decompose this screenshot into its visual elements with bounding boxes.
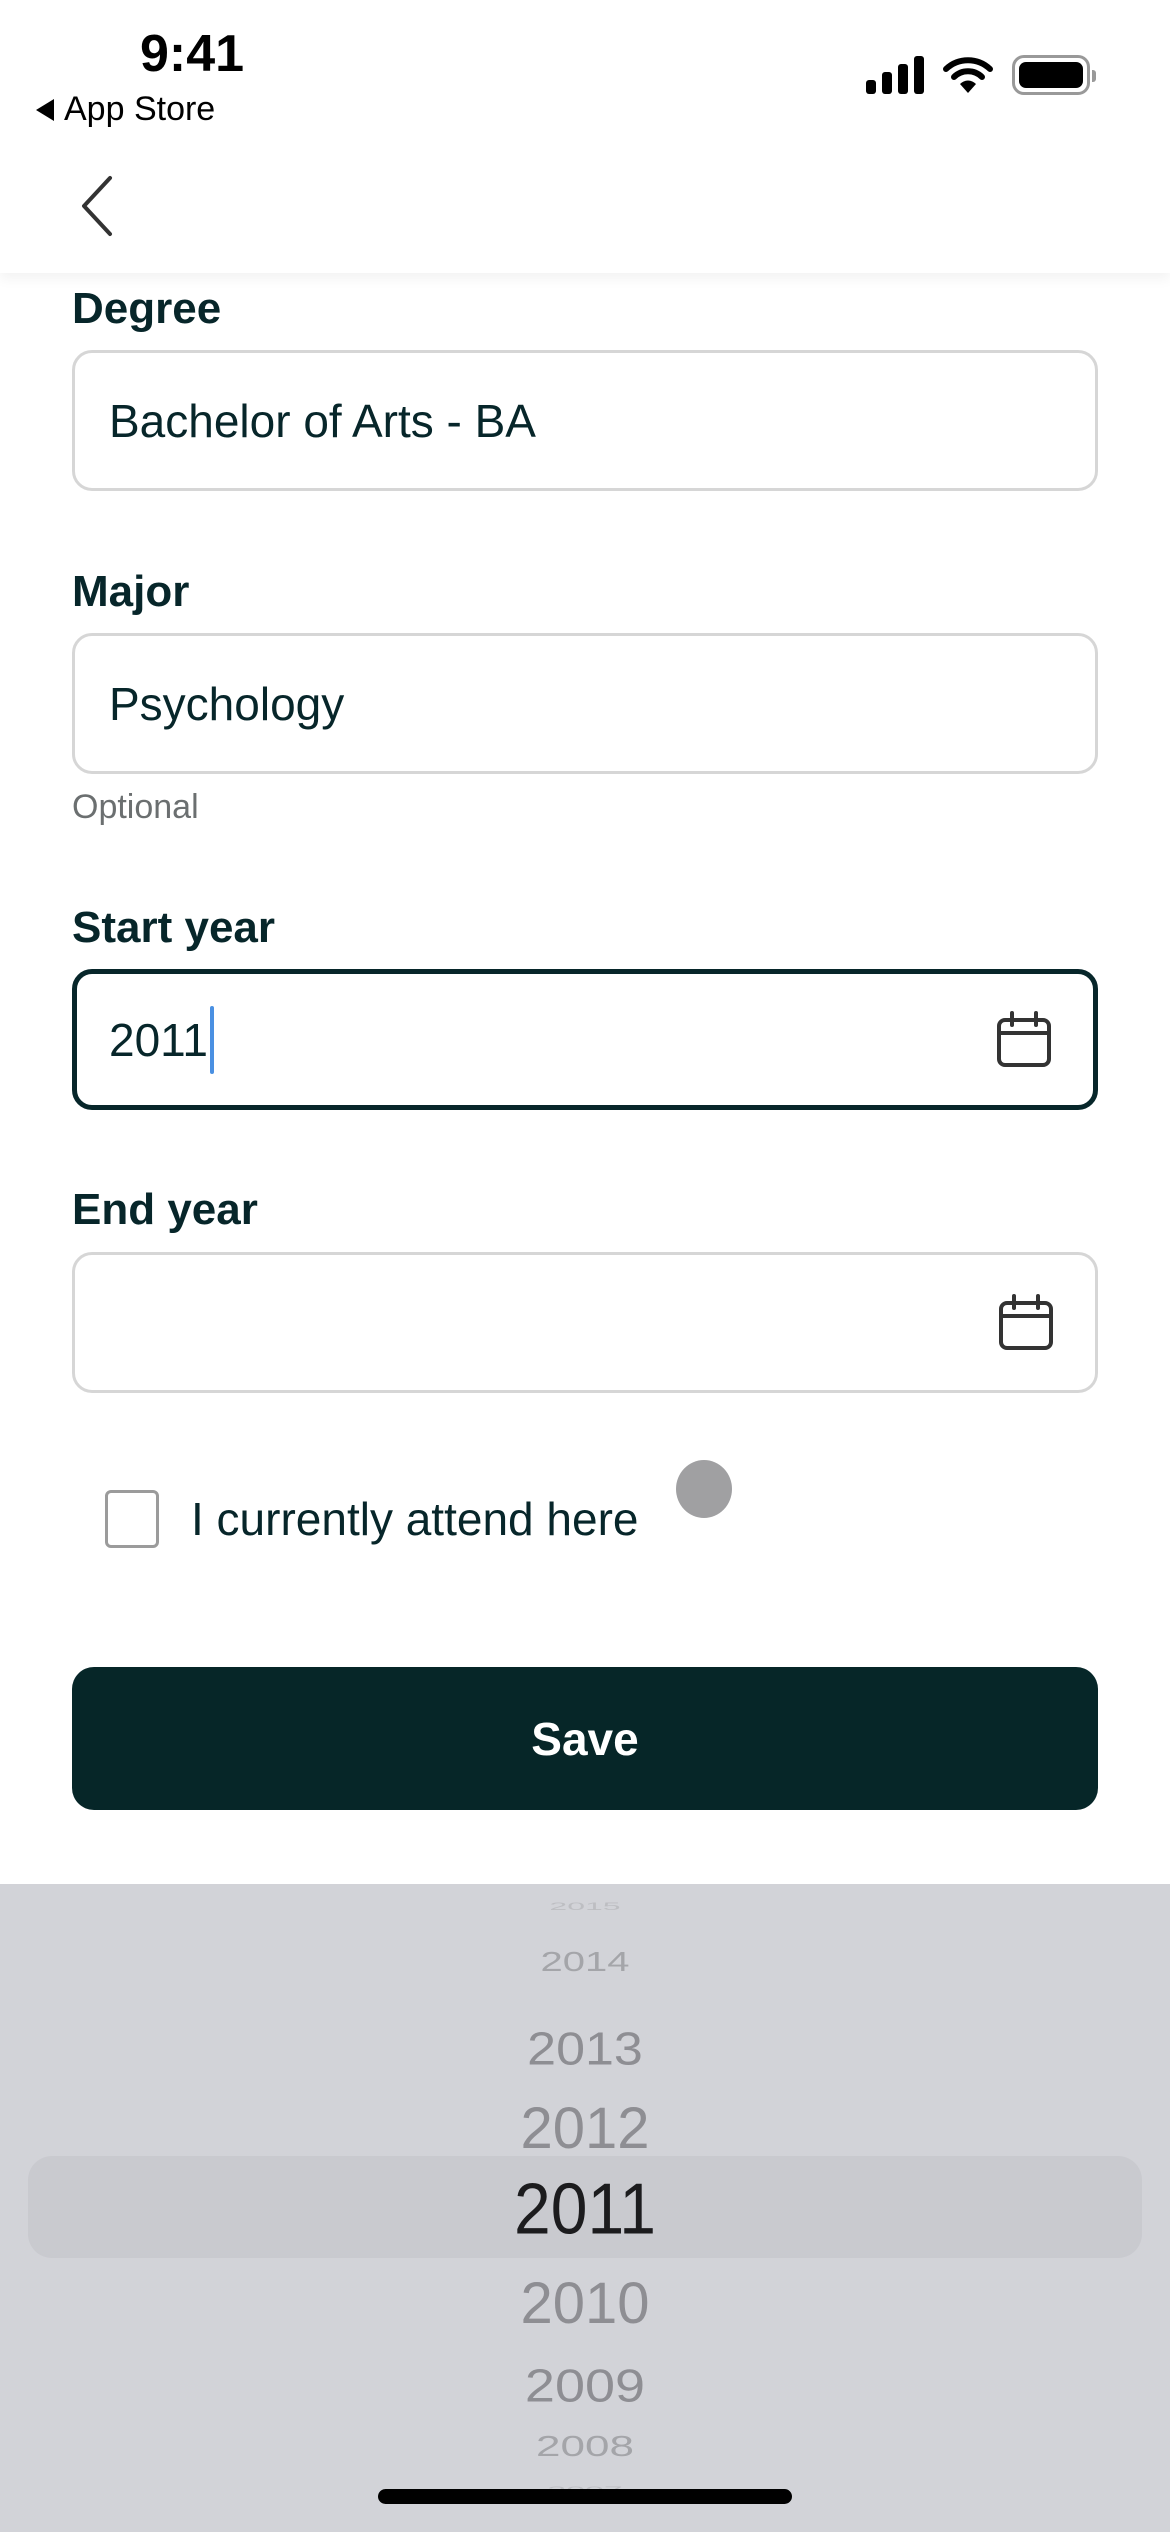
picker-option[interactable]: 2008 xyxy=(0,2432,1170,2462)
start-year-value: 2011 xyxy=(109,1013,208,1066)
status-time: 9:41 xyxy=(140,25,245,83)
picker-option[interactable]: 2015 xyxy=(0,1900,1170,1911)
status-icons xyxy=(866,55,1096,95)
currently-attend-checkbox[interactable] xyxy=(105,1490,159,1548)
year-picker[interactable]: 201520142013201220112010200920082007 xyxy=(0,1884,1170,2532)
degree-label: Degree xyxy=(72,284,222,333)
back-triangle-icon xyxy=(36,98,54,121)
battery-icon xyxy=(1012,55,1096,95)
major-label: Major xyxy=(72,567,190,616)
degree-input[interactable]: Bachelor of Arts - BA xyxy=(72,350,1098,491)
save-button[interactable]: Save xyxy=(72,1667,1098,1810)
picker-option-selected[interactable]: 2011 xyxy=(0,2172,1170,2245)
back-app-label: App Store xyxy=(64,90,216,128)
currently-attend-row[interactable]: I currently attend here xyxy=(105,1490,638,1548)
signal-icon xyxy=(866,56,924,94)
top-header: 9:41 App Store xyxy=(0,0,1170,273)
end-year-input[interactable] xyxy=(72,1252,1098,1393)
home-indicator xyxy=(378,2489,792,2504)
major-input[interactable]: Psychology xyxy=(72,633,1098,774)
picker-option[interactable]: 2010 xyxy=(0,2275,1170,2333)
chevron-left-icon[interactable] xyxy=(70,170,130,240)
picker-option[interactable]: 2009 xyxy=(0,2363,1170,2409)
major-helper-text: Optional xyxy=(72,788,199,826)
start-year-input[interactable]: 2011 xyxy=(72,969,1098,1110)
major-value: Psychology xyxy=(109,677,345,730)
back-to-app-store-link[interactable]: App Store xyxy=(36,90,215,129)
picker-option[interactable]: 2013 xyxy=(0,2026,1170,2073)
calendar-icon[interactable] xyxy=(995,1010,1053,1069)
currently-attend-label: I currently attend here xyxy=(191,1493,639,1545)
calendar-icon[interactable] xyxy=(997,1293,1055,1352)
picker-option[interactable]: 2014 xyxy=(0,1948,1170,1976)
start-year-label: Start year xyxy=(72,903,276,952)
touch-indicator xyxy=(676,1460,732,1518)
wifi-icon xyxy=(943,57,993,93)
picker-option[interactable]: 2012 xyxy=(0,2100,1170,2158)
degree-value: Bachelor of Arts - BA xyxy=(109,394,536,447)
text-caret xyxy=(209,1005,214,1074)
end-year-label: End year xyxy=(72,1185,258,1234)
